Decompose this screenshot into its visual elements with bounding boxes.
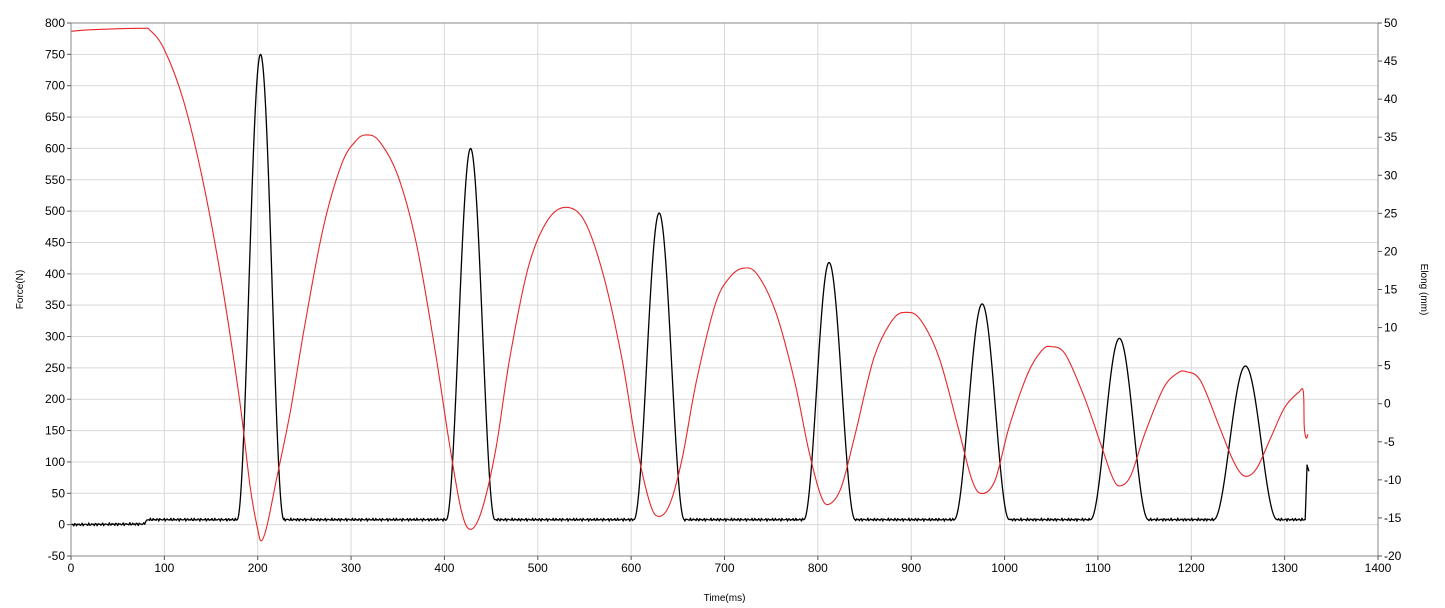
x-tick-label: 0 [68, 561, 75, 575]
y2-axis-title: Elong (mm) [1418, 264, 1429, 316]
y-tick-label: 650 [45, 110, 65, 124]
y2-tick-label: -5 [1384, 435, 1395, 449]
y-axis-ticks: -50 0 50 100 150 200 250 300 350 400 450 500 550 600 6… [45, 16, 71, 563]
y2-tick-label: 0 [1384, 397, 1391, 411]
y-tick-label: -50 [48, 549, 66, 563]
x-tick-label: 1200 [1178, 561, 1205, 575]
x-tick-label: 1100 [1085, 561, 1111, 575]
y2-tick-label: 5 [1384, 359, 1391, 373]
grid [70, 22, 1379, 557]
y2-tick-label: -20 [1384, 549, 1402, 563]
x-tick-label: 1300 [1271, 561, 1298, 575]
x-tick-label: 100 [154, 561, 174, 575]
x-tick-label: 300 [341, 561, 361, 575]
y-tick-label: 500 [45, 204, 65, 218]
x-tick-label: 400 [434, 561, 454, 575]
y-tick-label: 800 [45, 16, 65, 30]
y2-tick-label: 30 [1384, 168, 1398, 182]
x-tick-label: 600 [621, 561, 641, 575]
y-tick-label: 200 [45, 392, 65, 406]
y2-tick-label: 20 [1384, 244, 1398, 258]
y2-tick-label: 50 [1384, 16, 1398, 30]
y-tick-label: 250 [45, 361, 65, 375]
y2-tick-label: 25 [1384, 206, 1398, 220]
y-tick-label: 150 [45, 424, 65, 438]
x-tick-label: 1000 [991, 561, 1018, 575]
x-tick-label: 500 [528, 561, 548, 575]
y-tick-label: 100 [45, 455, 65, 469]
y-tick-label: 700 [45, 79, 65, 93]
y-tick-label: 400 [45, 267, 65, 281]
y-tick-label: 350 [45, 298, 65, 312]
y2-axis-ticks: -20 -15 -10 -5 0 5 10 15 20 25 30 35 40 45 50 [1378, 16, 1402, 563]
y-tick-label: 300 [45, 330, 65, 344]
y2-tick-label: 10 [1384, 321, 1398, 335]
x-tick-label: 1400 [1365, 561, 1392, 575]
y-axis-title: Force(N) [15, 270, 26, 309]
y-tick-label: 550 [45, 173, 65, 187]
x-axis-ticks: 0 100 200 300 400 500 600 700 800 900 1000 1100 1200… [68, 556, 1392, 575]
y-tick-label: 450 [45, 235, 65, 249]
x-tick-label: 200 [248, 561, 268, 575]
y-tick-label: 0 [58, 518, 65, 532]
y2-tick-label: 15 [1384, 283, 1398, 297]
x-tick-label: 800 [808, 561, 828, 575]
force-elongation-chart: 0 100 200 300 400 500 600 700 800 900 1000 1100 1200… [15, 16, 1429, 604]
y2-tick-label: 40 [1384, 92, 1398, 106]
x-axis-title: Time(ms) [704, 593, 746, 604]
y2-tick-label: 35 [1384, 130, 1398, 144]
x-tick-label: 900 [901, 561, 921, 575]
y-tick-label: 750 [45, 47, 65, 61]
x-tick-label: 700 [714, 561, 734, 575]
y2-tick-label: 45 [1384, 54, 1398, 68]
y-tick-label: 600 [45, 141, 65, 155]
y-tick-label: 50 [52, 486, 66, 500]
y2-tick-label: -10 [1384, 473, 1402, 487]
y2-tick-label: -15 [1384, 511, 1402, 525]
